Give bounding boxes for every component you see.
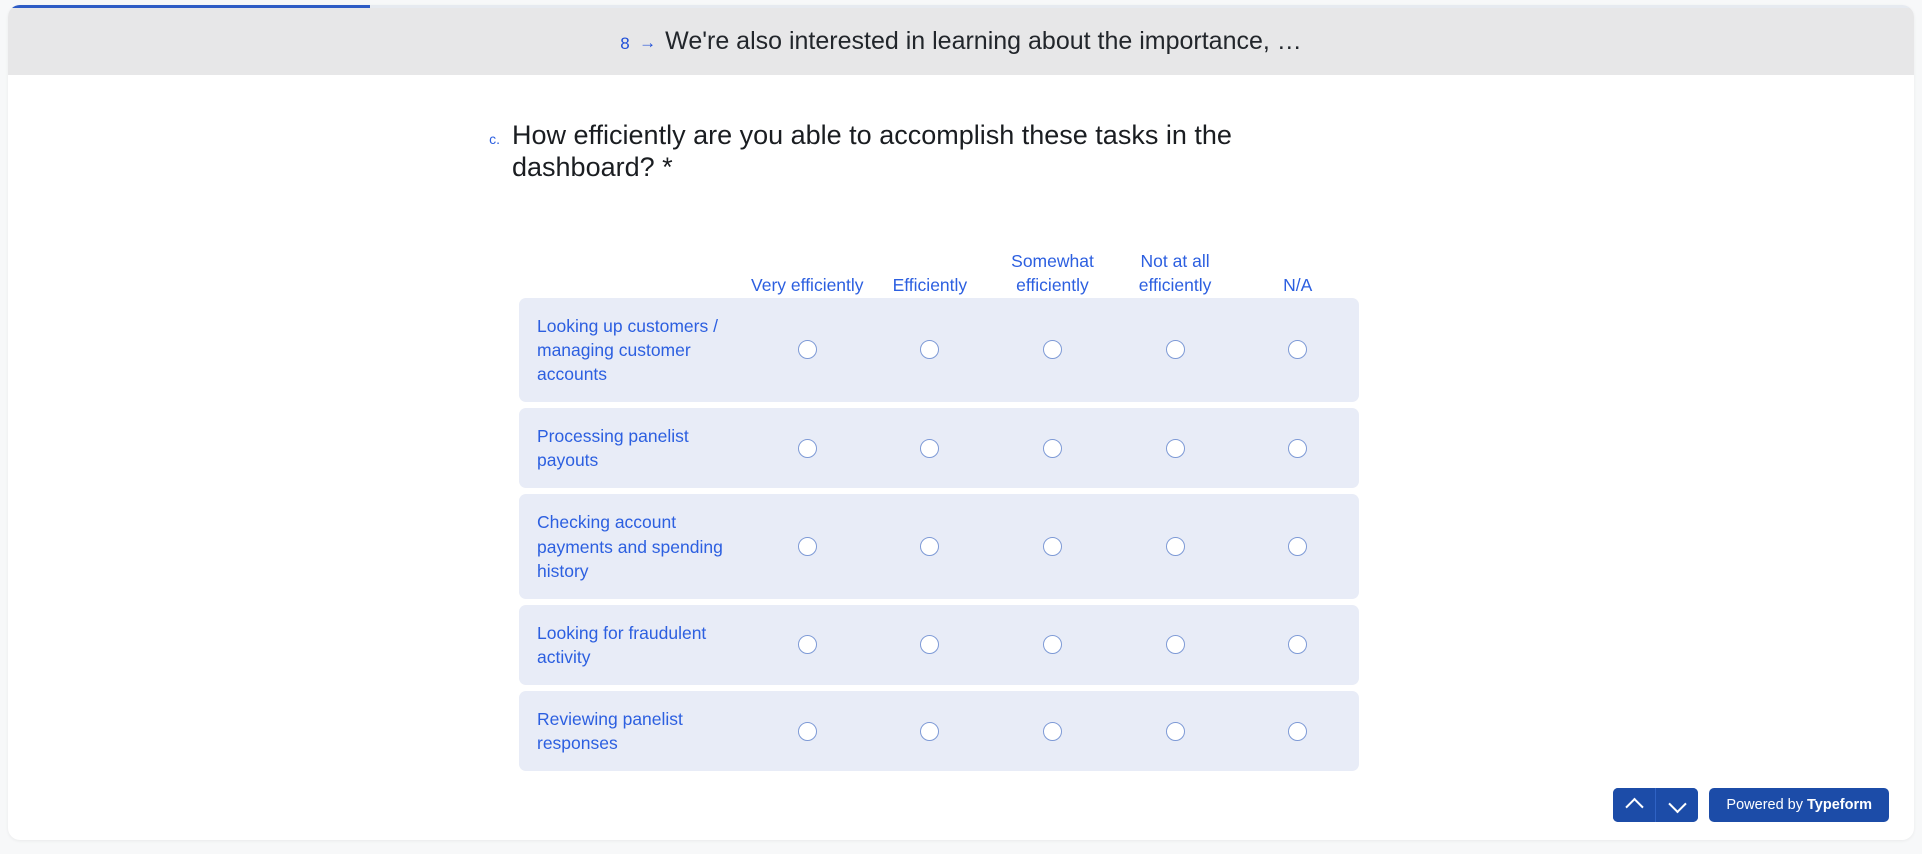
- question-content: c. How efficiently are you able to accom…: [8, 75, 1914, 840]
- radio-icon[interactable]: [1165, 340, 1185, 360]
- matrix-row-label-3: Looking for fraudulent activity: [537, 622, 707, 667]
- matrix-column-header-4: N/A: [1283, 275, 1313, 296]
- question-block: c. How efficiently are you able to accom…: [486, 120, 1386, 777]
- radio-icon[interactable]: [1288, 537, 1308, 557]
- matrix-row-label-2: Checking account payments and spending h…: [537, 512, 723, 581]
- matrix-option-2-3[interactable]: [1114, 494, 1237, 598]
- table-row: Looking for fraudulent activity: [519, 604, 1359, 686]
- matrix-column-header-2: Somewhat efficiently: [1011, 251, 1094, 296]
- matrix-column-header-3: Not at all efficiently: [1138, 251, 1212, 296]
- matrix-option-4-4[interactable]: [1236, 691, 1359, 771]
- radio-icon[interactable]: [797, 635, 817, 655]
- matrix-question-grid: Very efficiently Efficiently Somewhat ef…: [519, 230, 1359, 772]
- nav-next-button[interactable]: [1655, 788, 1699, 822]
- matrix-row-label-1: Processing panelist payouts: [537, 426, 689, 471]
- matrix-row-label-0: Looking up customers / managing customer…: [537, 315, 718, 384]
- question-header: c. How efficiently are you able to accom…: [486, 120, 1386, 184]
- matrix-option-4-3[interactable]: [1114, 691, 1237, 771]
- radio-icon[interactable]: [797, 438, 817, 458]
- matrix-option-2-0[interactable]: [746, 494, 869, 598]
- radio-icon[interactable]: [1288, 721, 1308, 741]
- matrix-option-0-0[interactable]: [746, 298, 869, 402]
- radio-icon[interactable]: [920, 340, 940, 360]
- matrix-option-4-1[interactable]: [869, 691, 992, 771]
- matrix-option-2-1[interactable]: [869, 494, 992, 598]
- question-letter: c.: [489, 131, 500, 147]
- matrix-option-2-4[interactable]: [1236, 494, 1359, 598]
- matrix-column-header-0: Very efficiently: [751, 275, 864, 296]
- radio-icon[interactable]: [1165, 721, 1185, 741]
- banner-question-number: 8: [620, 34, 631, 53]
- radio-icon[interactable]: [1042, 438, 1062, 458]
- radio-icon[interactable]: [1165, 635, 1185, 655]
- banner-inner: 8 → We're also interested in learning ab…: [620, 27, 1302, 56]
- radio-icon[interactable]: [920, 537, 940, 557]
- radio-icon[interactable]: [1288, 438, 1308, 458]
- matrix-option-0-2[interactable]: [991, 298, 1114, 402]
- matrix-option-1-1[interactable]: [869, 408, 992, 488]
- chevron-up-icon: [1625, 797, 1644, 816]
- question-group-banner: 8 → We're also interested in learning ab…: [8, 8, 1914, 75]
- navigation-buttons: [1613, 788, 1699, 822]
- matrix-option-1-3[interactable]: [1114, 408, 1237, 488]
- radio-icon[interactable]: [1042, 635, 1062, 655]
- table-row: Looking up customers / managing customer…: [519, 297, 1359, 403]
- radio-icon[interactable]: [1042, 340, 1062, 360]
- matrix-column-headers: Very efficiently Efficiently Somewhat ef…: [519, 230, 1359, 298]
- radio-icon[interactable]: [920, 721, 940, 741]
- radio-icon[interactable]: [920, 635, 940, 655]
- page-title: How efficiently are you able to accompli…: [512, 120, 1232, 182]
- radio-icon[interactable]: [797, 340, 817, 360]
- radio-icon[interactable]: [1288, 635, 1308, 655]
- matrix-option-3-0[interactable]: [746, 605, 869, 685]
- matrix-option-0-3[interactable]: [1114, 298, 1237, 402]
- radio-icon[interactable]: [797, 721, 817, 741]
- matrix-column-header-1: Efficiently: [892, 275, 968, 296]
- radio-icon[interactable]: [1165, 537, 1185, 557]
- radio-icon[interactable]: [920, 438, 940, 458]
- matrix-option-2-2[interactable]: [991, 494, 1114, 598]
- radio-icon[interactable]: [1042, 721, 1062, 741]
- matrix-option-3-3[interactable]: [1114, 605, 1237, 685]
- matrix-option-3-2[interactable]: [991, 605, 1114, 685]
- matrix-option-0-4[interactable]: [1236, 298, 1359, 402]
- nav-previous-button[interactable]: [1613, 788, 1656, 822]
- survey-card: 8 → We're also interested in learning ab…: [8, 5, 1914, 840]
- matrix-option-1-4[interactable]: [1236, 408, 1359, 488]
- radio-icon[interactable]: [1165, 438, 1185, 458]
- matrix-option-1-0[interactable]: [746, 408, 869, 488]
- matrix-row-label-4: Reviewing panelist responses: [537, 709, 683, 754]
- matrix-option-4-0[interactable]: [746, 691, 869, 771]
- table-row: Reviewing panelist responses: [519, 691, 1359, 772]
- radio-icon[interactable]: [1042, 537, 1062, 557]
- chevron-down-icon: [1668, 794, 1687, 813]
- matrix-option-0-1[interactable]: [869, 298, 992, 402]
- banner-question-text: We're also interested in learning about …: [665, 27, 1302, 55]
- table-row: Processing panelist payouts: [519, 408, 1359, 489]
- radio-icon[interactable]: [797, 537, 817, 557]
- matrix-option-3-1[interactable]: [869, 605, 992, 685]
- brand-prefix: Powered by: [1726, 797, 1803, 813]
- bottom-controls: Powered by Typeform: [1613, 788, 1889, 822]
- brand-name: Typeform: [1807, 797, 1872, 813]
- radio-icon[interactable]: [1288, 340, 1308, 360]
- matrix-option-1-2[interactable]: [991, 408, 1114, 488]
- matrix-option-4-2[interactable]: [991, 691, 1114, 771]
- matrix-option-3-4[interactable]: [1236, 605, 1359, 685]
- arrow-right-icon: →: [639, 33, 657, 52]
- survey-page: 8 → We're also interested in learning ab…: [0, 0, 1922, 854]
- table-row: Checking account payments and spending h…: [519, 494, 1359, 599]
- powered-by-typeform-button[interactable]: Powered by Typeform: [1709, 788, 1889, 822]
